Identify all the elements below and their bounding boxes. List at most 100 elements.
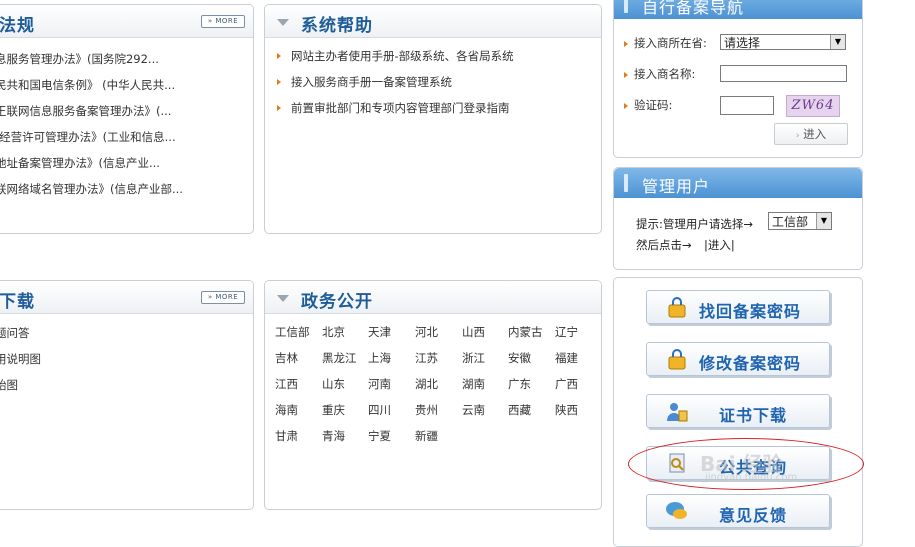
bullet-arrow-icon [624,71,628,78]
gov-panel-header: 政务公开 [265,281,601,314]
help-item[interactable]: 接入服务商手册一备案管理系统 [291,74,452,90]
chat-bubble-icon [666,502,687,519]
retrieve-password-button[interactable]: 找回备案密码 [646,290,830,324]
enter-button[interactable]: › 进入 [774,123,848,145]
region-link[interactable]: 工信部 [275,324,310,340]
region-link[interactable]: 河南 [368,376,391,392]
provider-name-input[interactable] [720,65,847,82]
bullet-arrow-icon [624,102,628,109]
admin-select[interactable]: 工信部 ▼ [768,212,832,230]
gov-panel: 政务公开 工信部 北京 天津 河北 山西 内蒙古 辽宁吉林 黑龙江 上海 江苏 浙江 安徽 福建江西 山东… [264,280,602,510]
region-link[interactable]: 天津 [368,324,391,340]
self-filing-header: 自行备案导航 [614,0,862,19]
certificate-download-label: 证书下载 [719,406,788,425]
region-link[interactable]: 山西 [462,324,485,340]
laws-panel-header: 法规 » MORE [0,5,253,38]
region-link[interactable]: 江苏 [415,350,438,366]
download-item[interactable]: 用说明图 [0,351,41,367]
region-link[interactable]: 湖北 [415,376,438,392]
downloads-panel-title: 下载 [0,292,35,312]
admin-header: 管理用户 [614,168,862,198]
chevron-down-icon: ▼ [830,35,845,49]
bullet-arrow-icon [277,53,281,59]
region-link[interactable]: 黑龙江 [322,350,357,366]
change-password-button[interactable]: 修改备案密码 [646,342,830,376]
law-item[interactable]: 王联网信息服务备案管理办法》(... [0,103,171,119]
feedback-label: 意见反馈 [719,506,788,525]
certificate-download-button[interactable]: 证书下载 [646,394,830,428]
region-link[interactable]: 吉林 [275,350,298,366]
help-item[interactable]: 前置审批部门和专项内容管理部门登录指南 [291,100,510,116]
downloads-panel-header: 下载 » MORE [0,281,253,314]
chevron-down-icon: ▼ [816,213,831,229]
captcha-image[interactable]: ZW64 [786,95,840,117]
region-link[interactable]: 北京 [322,324,345,340]
province-select[interactable]: 请选择 ▼ [720,34,846,50]
region-link[interactable]: 甘肃 [275,428,298,444]
lock-icon [668,297,686,318]
name-label: 接入商名称: [624,66,695,82]
feedback-button[interactable]: 意见反馈 [646,494,830,528]
self-filing-panel: 自行备案导航 接入商所在省: 请选择 ▼ 接入商名称: 验证码: ZW64 › … [613,0,863,158]
region-link[interactable]: 江西 [275,376,298,392]
region-link[interactable]: 辽宁 [555,324,578,340]
captcha-label: 验证码: [624,97,672,113]
enter-button-label: 进入 [803,127,827,141]
region-link[interactable]: 云南 [462,402,485,418]
laws-panel-title: 法规 [0,16,35,36]
user-certificate-icon [667,403,688,422]
province-label-text: 接入商所在省: [634,36,707,50]
bullet-arrow-icon [277,79,281,85]
law-item[interactable]: 联网络域名管理办法》(信息产业部... [0,181,183,197]
header-bar-icon [624,0,628,13]
gov-panel-title: 政务公开 [301,292,373,312]
region-link[interactable]: 内蒙古 [508,324,543,340]
watermark-url: jingyan.baidu.com [705,472,798,483]
region-link[interactable]: 海南 [275,402,298,418]
downloads-panel: 下载 » MORE 题问答 用说明图 始图 [0,280,254,510]
region-link[interactable]: 河北 [415,324,438,340]
region-link[interactable]: 西藏 [508,402,531,418]
law-item[interactable]: 地址备案管理办法》(信息产业... [0,155,160,171]
admin-enter-link[interactable]: |进入| [704,237,735,253]
province-select-value: 请选择 [724,36,761,50]
region-link[interactable]: 广东 [508,376,531,392]
lock-icon [668,349,686,370]
admin-hint-line2: 然后点击→ [636,238,692,252]
help-panel-title: 系统帮助 [301,16,373,36]
name-label-text: 接入商名称: [634,67,696,81]
region-link[interactable]: 宁夏 [368,428,391,444]
region-link[interactable]: 青海 [322,428,345,444]
region-link[interactable]: 重庆 [322,402,345,418]
region-link[interactable]: 贵州 [415,402,438,418]
captcha-input[interactable] [720,96,774,115]
law-item[interactable]: -经营许可管理办法》(工业和信息... [0,129,176,145]
region-link[interactable]: 四川 [368,402,391,418]
region-link[interactable]: 上海 [368,350,391,366]
region-link[interactable]: 浙江 [462,350,485,366]
province-label: 接入商所在省: [624,35,707,51]
downloads-more-button[interactable]: » MORE [201,291,245,304]
region-link[interactable]: 安徽 [508,350,531,366]
bullet-arrow-icon [277,105,281,111]
bullet-arrow-icon [624,40,628,47]
laws-panel: 法规 » MORE 息服务管理办法》(国务院292... 民共和国电信条例》 (… [0,4,254,234]
region-link[interactable]: 新疆 [415,428,438,444]
region-link[interactable]: 广西 [555,376,578,392]
download-item[interactable]: 题问答 [0,325,30,341]
laws-more-button[interactable]: » MORE [201,15,245,28]
law-item[interactable]: 息服务管理办法》(国务院292... [0,51,159,67]
admin-panel: 管理用户 提示:管理用户请选择→ 工信部 ▼ 然后点击→ |进入| [613,167,863,270]
region-link[interactable]: 福建 [555,350,578,366]
triangle-down-icon [277,295,289,302]
help-item[interactable]: 网站主办者使用手册-部级系统、各省局系统 [291,48,514,64]
change-password-label: 修改备案密码 [699,354,802,373]
admin-hint-line1: 提示:管理用户请选择→ [636,217,754,231]
region-link[interactable]: 山东 [322,376,345,392]
region-link[interactable]: 湖南 [462,376,485,392]
region-link[interactable]: 陕西 [555,402,578,418]
law-item[interactable]: 民共和国电信条例》 (中华人民共... [0,77,175,93]
help-panel-header: 系统帮助 [265,5,601,38]
self-filing-title: 自行备案导航 [642,0,745,17]
download-item[interactable]: 始图 [0,377,18,393]
